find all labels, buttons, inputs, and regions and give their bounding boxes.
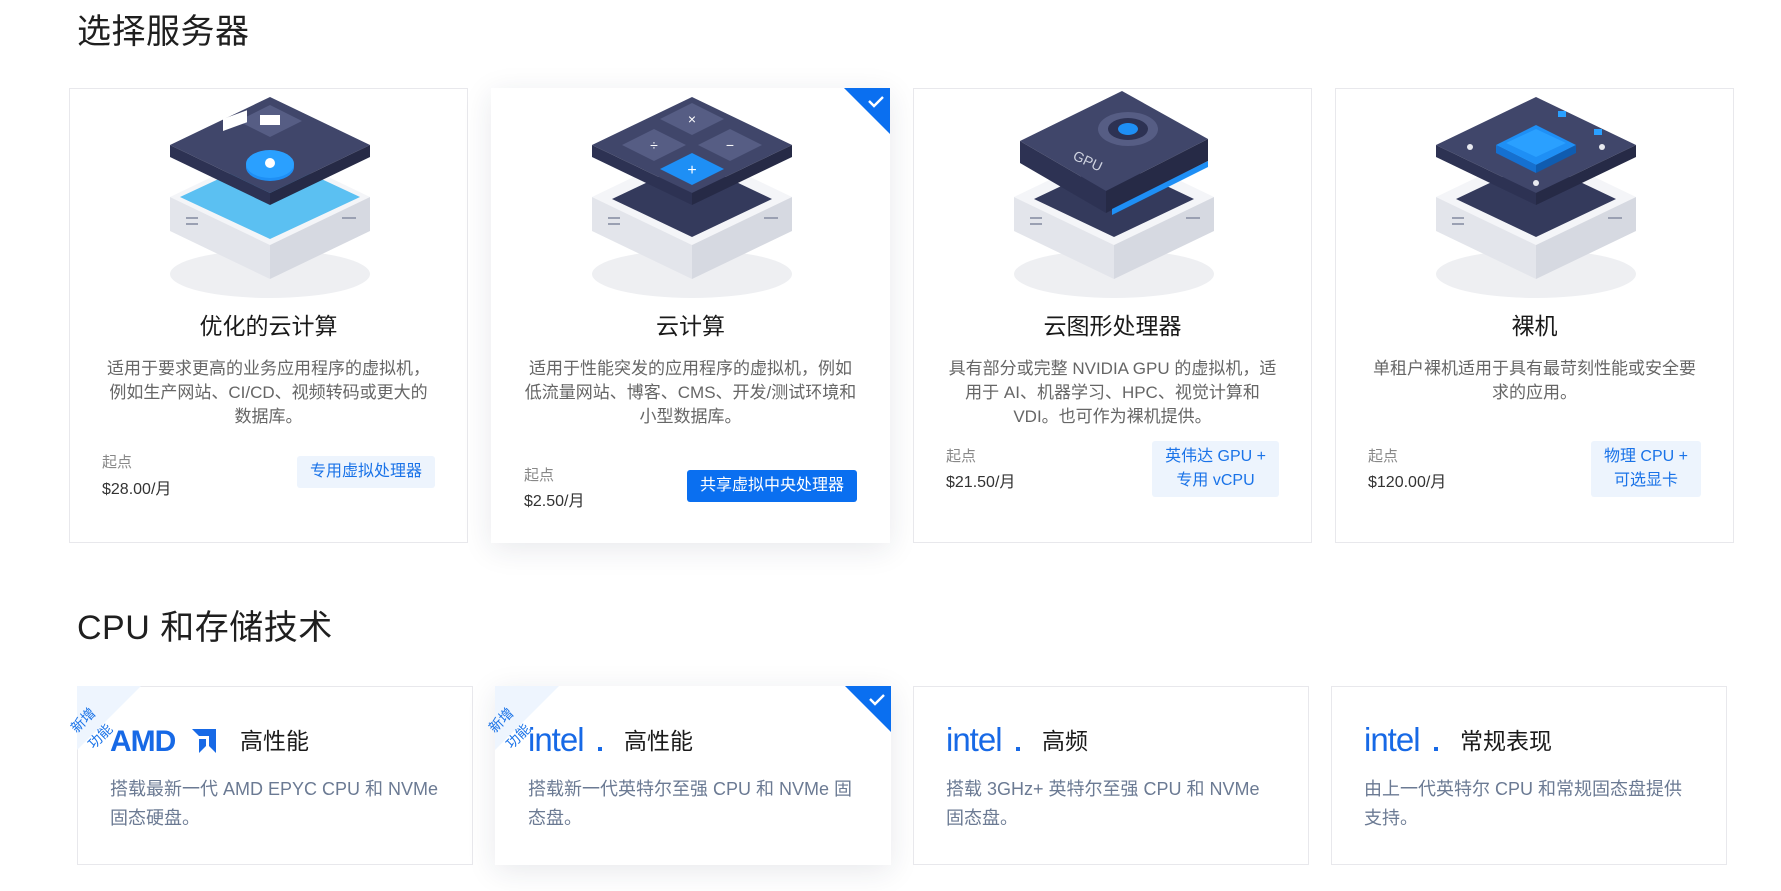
intel-logo-icon: intel (1364, 723, 1438, 755)
bare-metal-icon (1436, 97, 1636, 298)
cpu-tier-label: 高频 (1042, 728, 1088, 754)
price-value: $2.50/月 (524, 493, 585, 510)
optimized-cloud-icon (170, 97, 370, 298)
price-label: 起点 (102, 454, 133, 471)
amd-logo-icon: AMD (110, 725, 216, 755)
cloud-gpu-icon: GPU (1014, 91, 1214, 298)
cpu-card-header: intel 高频 (946, 723, 1088, 755)
cpu-tier-label: 常规表现 (1460, 728, 1552, 754)
cpu-card-description: 搭载新一代英特尔至强 CPU 和 NVMe 固态盘。 (528, 779, 853, 828)
svg-text:intel: intel (528, 723, 584, 755)
badge-line: 英伟达 GPU + (1165, 448, 1266, 465)
price-label: 起点 (1368, 448, 1399, 465)
selected-check-icon (844, 88, 890, 134)
server-card-cloud-gpu[interactable]: GPU 云图形处理器 具有部分或完整 NVIDIA GPU 的虚拟机，适用于 A… (913, 88, 1312, 543)
price-label: 起点 (524, 467, 555, 484)
cpu-card-header: AMD 高性能 (110, 723, 309, 755)
cpu-card-intel-regular[interactable]: intel 常规表现 由上一代英特尔 CPU 和常规固态盘提供支持。 (1331, 686, 1727, 865)
selected-check-icon (845, 686, 891, 732)
cpu-card-intel-high-frequency[interactable]: intel 高频 搭载 3GHz+ 英特尔至强 CPU 和 NVMe 固态盘。 (913, 686, 1309, 865)
badge-line: 物理 CPU + (1603, 448, 1688, 465)
cpu-card-intel-high-performance[interactable]: 新增 功能 intel 高性能 搭载新一代英特尔至强 CPU 和 NVMe 固态… (485, 686, 891, 865)
server-card-bare-metal[interactable]: 裸机 单租户裸机适用于具有最苛刻性能或安全要求的应用。 起点 $120.00/月… (1335, 88, 1734, 543)
server-card-cloud-compute[interactable]: × ÷ − + 云计算 适用于性能突发的应用程序的虚拟机，例如低流量网站、博客、… (491, 88, 890, 543)
server-card-title: 裸机 (1511, 313, 1558, 339)
cpu-card-description: 由上一代英特尔 CPU 和常规固态盘提供支持。 (1364, 779, 1683, 828)
server-card-optimized-cloud[interactable]: 优化的云计算 适用于要求更高的业务应用程序的虚拟机，例如生产网站、CI/CD、视… (69, 88, 468, 543)
cpu-card-header: intel 高性能 (528, 723, 693, 755)
badge-line: 可选显卡 (1613, 472, 1678, 489)
cpu-card-amd-high-performance[interactable]: 新增 功能 AMD 高性能 搭载最新一代 AMD EPYC CPU 和 NVMe… (67, 686, 473, 865)
intel-logo-icon: intel (946, 723, 1020, 755)
price-value: $21.50/月 (946, 474, 1016, 491)
cpu-section-title: CPU 和存储技术 (77, 609, 333, 647)
badge-line: 专用 vCPU (1176, 472, 1255, 489)
server-type-badge[interactable]: 英伟达 GPU + 专用 vCPU (1152, 441, 1279, 497)
cpu-card-description: 搭载最新一代 AMD EPYC CPU 和 NVMe 固态硬盘。 (110, 779, 439, 828)
server-card-description: 单租户裸机适用于具有最苛刻性能或安全要求的应用。 (1373, 359, 1696, 402)
price-label: 起点 (946, 448, 977, 465)
price-value: $28.00/月 (102, 481, 172, 498)
svg-text:intel: intel (1364, 723, 1420, 755)
server-card-title: 云计算 (656, 313, 725, 339)
server-card-description: 适用于性能突发的应用程序的虚拟机，例如低流量网站、博客、CMS、开发/测试环境和… (524, 359, 857, 426)
server-type-badge[interactable]: 专用虚拟处理器 (296, 456, 435, 488)
svg-text:+: + (687, 162, 696, 179)
server-card-title: 云图形处理器 (1043, 313, 1182, 339)
cpu-tier-label: 高性能 (624, 728, 693, 754)
svg-text:AMD: AMD (110, 725, 176, 755)
server-type-badge[interactable]: 共享虚拟中央处理器 (686, 470, 857, 502)
svg-text:−: − (726, 137, 734, 153)
cpu-card-description: 搭载 3GHz+ 英特尔至强 CPU 和 NVMe 固态盘。 (946, 779, 1260, 828)
servers-section-title: 选择服务器 (77, 13, 250, 51)
svg-text:÷: ÷ (650, 137, 658, 153)
svg-text:×: × (688, 111, 696, 127)
intel-logo-icon: intel (528, 723, 602, 755)
cpu-tier-label: 高性能 (240, 728, 309, 754)
server-type-badge[interactable]: 物理 CPU + 可选显卡 (1590, 441, 1701, 497)
cloud-compute-icon: × ÷ − + (592, 97, 792, 298)
price-value: $120.00/月 (1368, 474, 1447, 491)
server-card-title: 优化的云计算 (199, 313, 338, 339)
cpu-card-header: intel 常规表现 (1364, 723, 1552, 755)
svg-text:intel: intel (946, 723, 1002, 755)
server-card-description: 具有部分或完整 NVIDIA GPU 的虚拟机，适用于 AI、机器学习、HPC、… (948, 359, 1277, 426)
server-card-description: 适用于要求更高的业务应用程序的虚拟机，例如生产网站、CI/CD、视频转码或更大的… (107, 359, 430, 426)
